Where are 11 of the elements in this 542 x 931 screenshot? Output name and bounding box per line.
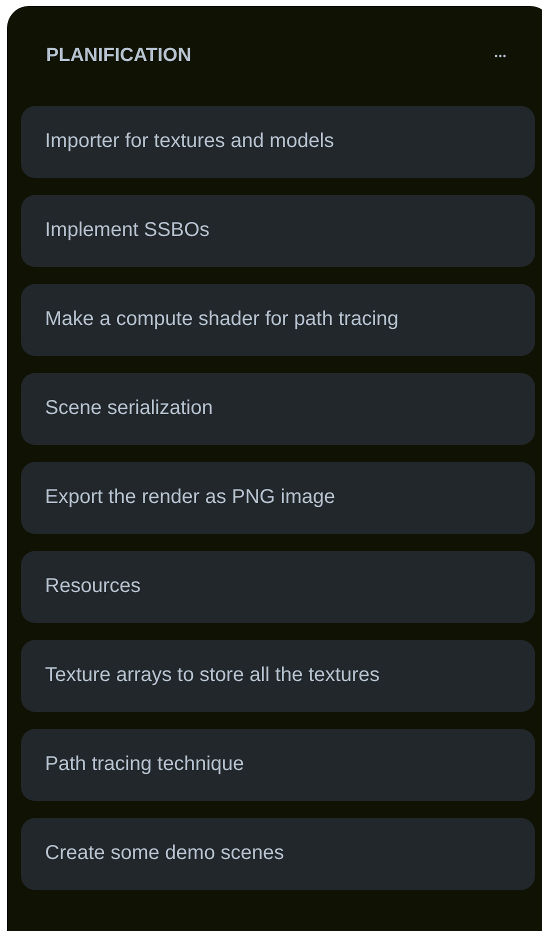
task-card[interactable]: Path tracing technique	[21, 729, 535, 801]
task-card[interactable]: Export the render as PNG image	[21, 462, 535, 534]
task-card[interactable]: Texture arrays to store all the textures	[21, 640, 535, 712]
task-card[interactable]: Create some demo scenes	[21, 818, 535, 890]
task-card[interactable]: Make a compute shader for path tracing	[21, 284, 535, 356]
list-title: PLANIFICATION	[46, 45, 192, 67]
task-card[interactable]: Implement SSBOs	[21, 195, 535, 267]
task-card[interactable]: Scene serialization	[21, 373, 535, 445]
more-menu-button[interactable]: •••	[490, 47, 511, 65]
task-card[interactable]: Importer for textures and models	[21, 106, 535, 178]
task-card[interactable]: Resources	[21, 551, 535, 623]
